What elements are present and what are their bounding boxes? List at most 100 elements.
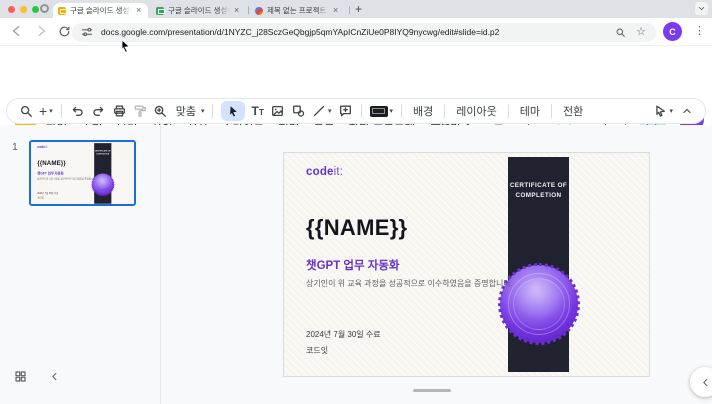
chevron-down-icon: ▾ — [669, 107, 673, 115]
open-side-panel-button[interactable] — [690, 367, 712, 397]
redo-icon — [91, 104, 106, 118]
theme-button[interactable]: 테마 — [517, 103, 543, 119]
search-icon — [19, 104, 33, 118]
laser-pointer-icon — [653, 104, 667, 118]
edit-toolbar: + ▾ 맞춤 ▾ TT — [6, 98, 706, 124]
gear-icon[interactable] — [40, 4, 49, 13]
line-icon — [312, 104, 326, 118]
toolbar-divider — [61, 104, 62, 118]
collapse-filmstrip-icon[interactable] — [49, 371, 60, 382]
close-tab-icon[interactable]: × — [234, 6, 239, 15]
google-sheets-icon — [156, 7, 164, 15]
tab-apps-script[interactable]: 제목 없는 프로젝트 - 프로젝트 편 × — [250, 3, 347, 18]
tab-title: 구글 슬라이드 생성하기 템플릿의 사 — [70, 5, 132, 16]
certificate-slide: codeit: CERTIFICATE OF COMPLETION {{NAME… — [284, 153, 649, 376]
tab-separator — [349, 6, 350, 14]
slide-thumbnail[interactable]: codeit: CERTIFICATE OFCOMPLETION {{NAME}… — [29, 140, 136, 206]
zoom-button[interactable] — [153, 104, 167, 118]
insert-line-button[interactable]: ▾ — [312, 104, 332, 118]
transition-button[interactable]: 전환 — [560, 103, 586, 119]
toolbar-divider — [401, 104, 402, 118]
search-tools-button[interactable] — [19, 104, 33, 118]
tab-title: 구글 슬라이드 생성하기 명단의 사 — [168, 5, 230, 16]
toolbar-divider — [551, 104, 552, 118]
comment-add-icon — [338, 104, 353, 118]
close-window-button[interactable] — [8, 6, 15, 13]
color-swatch-tool[interactable]: ▾ — [370, 106, 394, 117]
paint-format-button[interactable] — [133, 104, 147, 118]
slide-number: 1 — [12, 141, 18, 153]
fit-zoom-select[interactable]: 맞춤 ▾ — [173, 103, 205, 119]
new-tab-button[interactable]: + — [355, 2, 362, 16]
codeit-logo[interactable]: codeit: — [306, 166, 343, 178]
url-text: docs.google.com/presentation/d/1NYZC_j28… — [101, 27, 499, 37]
minimize-window-button[interactable] — [20, 6, 27, 13]
back-icon[interactable] — [10, 24, 24, 38]
apps-script-icon — [255, 7, 263, 15]
cursor-icon — [227, 105, 240, 118]
print-button[interactable] — [112, 104, 127, 118]
chevron-down-icon — [697, 4, 706, 13]
issuer-text[interactable]: 코드잇 — [306, 345, 328, 356]
zoom-in-icon — [153, 104, 167, 118]
reload-icon[interactable] — [58, 25, 71, 38]
swatch-icon — [370, 106, 388, 117]
insert-comment-button[interactable] — [338, 104, 353, 118]
tab-separator — [248, 6, 249, 14]
chevron-down-icon: ▾ — [390, 107, 394, 115]
select-tool-button[interactable] — [221, 101, 245, 121]
toolbar-divider — [444, 104, 445, 118]
chevron-up-icon — [681, 105, 693, 117]
paint-roller-icon — [133, 104, 147, 118]
google-slides-icon — [58, 7, 66, 15]
zoom-window-button[interactable] — [32, 6, 39, 13]
insert-shape-button[interactable] — [291, 104, 306, 118]
undo-icon — [70, 104, 85, 118]
tab-slides-template[interactable]: 구글 슬라이드 생성하기 템플릿의 사 × — [53, 3, 148, 18]
chevron-down-icon: ▾ — [49, 107, 53, 115]
close-tab-icon[interactable]: × — [136, 6, 141, 15]
add-slide-button[interactable]: + ▾ — [39, 104, 53, 118]
background-button[interactable]: 배경 — [410, 103, 436, 119]
chevron-left-icon — [700, 377, 711, 388]
redo-button[interactable] — [91, 104, 106, 118]
mouse-pointer — [121, 39, 133, 54]
pointer-tools-button[interactable]: ▾ — [653, 104, 673, 118]
print-icon — [112, 104, 127, 118]
text-box-button[interactable]: TT — [251, 105, 264, 117]
tab-strip: 구글 슬라이드 생성하기 템플릿의 사 × 구글 슬라이드 생성하기 명단의 사… — [0, 0, 712, 18]
band-title: CERTIFICATE OF COMPLETION — [508, 181, 569, 201]
filmstrip-divider — [160, 125, 161, 404]
seal-badge[interactable] — [500, 265, 578, 343]
address-bar[interactable]: docs.google.com/presentation/d/1NYZC_j28… — [72, 23, 656, 42]
horizontal-scrollbar[interactable] — [413, 389, 451, 392]
image-icon — [270, 104, 285, 118]
insert-image-button[interactable] — [270, 104, 285, 118]
browser-menu-icon[interactable]: ⋮ — [694, 24, 705, 37]
forward-icon[interactable] — [34, 24, 48, 38]
layout-button[interactable]: 레이아웃 — [453, 103, 499, 119]
name-placeholder-text[interactable]: {{NAME}} — [306, 215, 407, 241]
undo-button[interactable] — [70, 104, 85, 118]
statement-text[interactable]: 상기인이 위 교육 과정을 성공적으로 이수하였음을 증명합니다. — [306, 278, 513, 289]
course-title-text[interactable]: 챗GPT 업무 자동화 — [306, 257, 400, 273]
browser-profile-avatar[interactable]: C — [663, 22, 682, 41]
completion-date-text[interactable]: 2024년 7월 30일 수료 — [306, 329, 381, 340]
zoom-page-icon[interactable] — [615, 27, 626, 38]
grid-view-icon[interactable] — [14, 370, 27, 383]
editor-workspace: 1 codeit: CERTIFICATE OFCOMPLETION {{NAM… — [0, 125, 712, 404]
bookmark-star-icon[interactable]: ☆ — [636, 27, 646, 38]
tab-search-button[interactable] — [695, 2, 708, 15]
shapes-icon — [291, 104, 306, 118]
browser-toolbar: docs.google.com/presentation/d/1NYZC_j28… — [0, 18, 712, 46]
window-controls — [8, 6, 39, 13]
toolbar-divider — [508, 104, 509, 118]
site-settings-icon[interactable] — [81, 26, 93, 38]
tab-sheets-roster[interactable]: 구글 슬라이드 생성하기 명단의 사 × — [151, 3, 246, 18]
slide-canvas[interactable]: codeit: CERTIFICATE OF COMPLETION {{NAME… — [283, 152, 650, 377]
chevron-down-icon: ▾ — [201, 107, 205, 115]
hide-toolbar-button[interactable] — [681, 105, 693, 117]
close-tab-icon[interactable]: × — [333, 6, 338, 15]
toolbar-divider — [361, 104, 362, 118]
slides-header: 구글 슬라이드 생성하기 템플릿의 사본 ☆ 파일 수정 보기 삽입 서식 슬라… — [0, 46, 712, 95]
